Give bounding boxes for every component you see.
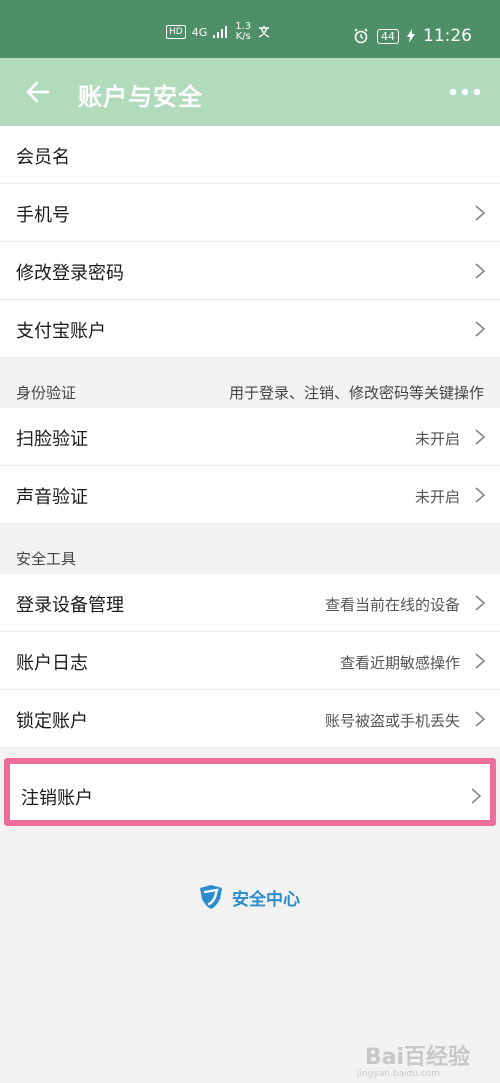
more-options-icon[interactable] <box>448 82 482 102</box>
security-center-label: 安全中心 <box>232 889 300 910</box>
row-label: 声音验证 <box>16 487 88 508</box>
row-face-verification[interactable]: 扫脸验证 未开启 <box>0 408 500 466</box>
row-device-management[interactable]: 登录设备管理 查看当前在线的设备 <box>0 574 500 632</box>
row-change-password[interactable]: 修改登录密码 <box>0 242 500 300</box>
chevron-right-icon <box>475 205 486 221</box>
row-phone-number[interactable]: 手机号 <box>0 184 500 242</box>
chevron-right-icon <box>475 711 486 727</box>
row-label: 会员名 <box>16 147 70 168</box>
row-value: 账号被盗或手机丢失 <box>324 712 460 730</box>
chevron-right-icon <box>475 321 486 337</box>
security-center-link[interactable]: 安全中心 <box>196 882 300 912</box>
row-label: 支付宝账户 <box>16 321 106 342</box>
row-label: 扫脸验证 <box>16 429 88 450</box>
speed-unit: K/s <box>235 31 251 42</box>
row-value: 未开启 <box>414 430 460 448</box>
watermark-logo: Bai百经验 <box>364 1045 470 1070</box>
row-lock-account[interactable]: 锁定账户 账号被盗或手机丢失 <box>0 690 500 748</box>
chevron-right-icon <box>475 487 486 503</box>
chevron-right-icon <box>475 595 486 611</box>
status-bar-left: HD 4G 1.3 K/s <box>166 22 271 42</box>
status-bar-right: 44 11:26 <box>353 26 472 46</box>
row-label: 注销账户 <box>21 788 93 809</box>
spacer <box>0 748 500 758</box>
row-label: 修改登录密码 <box>16 263 124 284</box>
charging-icon <box>407 29 415 43</box>
alarm-icon <box>354 28 368 44</box>
back-arrow-icon[interactable] <box>22 76 54 108</box>
row-account-log[interactable]: 账户日志 查看近期敏感操作 <box>0 632 500 690</box>
section-title: 安全工具 <box>16 550 77 568</box>
row-label: 手机号 <box>16 205 70 226</box>
network-speed: 1.3 K/s <box>235 22 251 42</box>
row-cancel-account[interactable]: 注销账户 <box>4 758 496 826</box>
row-value: 查看近期敏感操作 <box>339 654 460 672</box>
row-label: 锁定账户 <box>16 711 88 732</box>
section-title: 身份验证 <box>16 384 77 402</box>
row-voice-verification[interactable]: 声音验证 未开启 <box>0 466 500 524</box>
translate-icon <box>258 26 270 38</box>
chevron-right-icon <box>475 653 486 669</box>
battery-icon: 44 <box>377 28 399 44</box>
chevron-right-icon <box>475 263 486 279</box>
row-member-name[interactable]: 会员名 <box>0 126 500 184</box>
signal-icon <box>213 26 228 38</box>
row-label: 登录设备管理 <box>16 595 124 616</box>
section-note: 用于登录、注销、修改密码等关键操作 <box>228 384 484 402</box>
chevron-right-icon <box>475 429 486 445</box>
row-alipay-account[interactable]: 支付宝账户 <box>0 300 500 358</box>
network-type: 4G <box>191 25 208 39</box>
chevron-right-icon <box>471 788 482 804</box>
shield-icon <box>200 885 222 909</box>
section-identity-verification: 身份验证 用于登录、注销、修改密码等关键操作 <box>0 358 500 408</box>
row-label: 账户日志 <box>16 653 88 674</box>
section-security-tools: 安全工具 <box>0 524 500 574</box>
watermark-url: jingyan.baidu.com <box>356 1069 440 1079</box>
page-title: 账户与安全 <box>78 83 203 111</box>
status-bar: HD 4G 1.3 K/s 44 11:26 <box>0 0 500 58</box>
settings-list: 会员名 手机号 修改登录密码 支付宝账户 身份验证 用于登录、注销、修改密码等关… <box>0 126 500 826</box>
row-value: 查看当前在线的设备 <box>324 596 460 614</box>
clock: 11:26 <box>423 26 472 46</box>
row-value: 未开启 <box>414 488 460 506</box>
title-bar: 账户与安全 <box>0 58 500 126</box>
hd-badge: HD <box>166 25 186 39</box>
